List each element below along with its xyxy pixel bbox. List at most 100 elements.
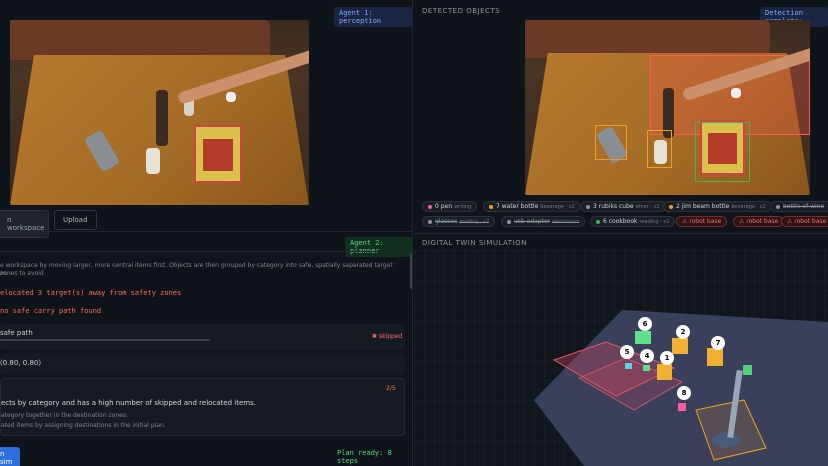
summary-card: 2/5 ects by category and has a high numb… bbox=[0, 378, 405, 436]
skipped-badge: ✖ skipped bbox=[372, 333, 403, 340]
plan-step-card[interactable]: (0.80, 0.80) bbox=[0, 353, 405, 375]
cookbook-color-dot bbox=[596, 219, 600, 224]
agent2-tag: Agent 2: planner bbox=[345, 237, 412, 257]
marker-8[interactable]: 8 bbox=[677, 386, 691, 400]
object-chip-jim-beam-bottle[interactable]: 2 jim beam bottle beverage · x2 bbox=[663, 201, 772, 212]
chip-category: writing bbox=[454, 204, 472, 210]
summary-title: ects by category and has a high number o… bbox=[1, 399, 256, 407]
divider bbox=[0, 251, 412, 252]
object-block-2 bbox=[672, 338, 688, 354]
divider bbox=[0, 231, 412, 232]
object-block-6 bbox=[635, 331, 651, 344]
digital-twin-title: DIGITAL TWIN SIMULATION bbox=[422, 239, 527, 247]
chip-number: 0 bbox=[435, 203, 439, 210]
water-bottle-color-dot bbox=[489, 204, 493, 209]
chip-label: rubiks cube bbox=[598, 203, 634, 210]
cup-object bbox=[146, 148, 160, 174]
chip-category: other · x2 bbox=[635, 204, 660, 210]
chip-category: reading · x2 bbox=[639, 219, 670, 225]
object-chip-robot-base[interactable]: ⚠ robot base bbox=[676, 216, 728, 227]
chip-category: beverage · x2 bbox=[731, 204, 766, 210]
usb-adapter-object bbox=[731, 88, 741, 98]
cup-detection-box bbox=[647, 130, 672, 168]
step-coordinates: (0.80, 0.80) bbox=[0, 359, 42, 367]
chip-label: bottle of wine bbox=[783, 203, 825, 210]
marker-2[interactable]: 2 bbox=[676, 325, 690, 339]
plan-ready-status: Plan ready: 8 steps bbox=[337, 449, 392, 465]
summary-count: 2/5 bbox=[386, 385, 396, 392]
upload-button[interactable]: Upload bbox=[54, 210, 97, 230]
object-block-5 bbox=[625, 363, 632, 369]
digital-twin-viewport[interactable]: 6 2 7 5 4 1 8 bbox=[414, 250, 828, 466]
plan-intro: e workspace by moving larger, more centr… bbox=[0, 262, 393, 277]
chip-number: 3 bbox=[593, 203, 597, 210]
marker-6[interactable]: 6 bbox=[638, 317, 652, 331]
chip-label: robot base bbox=[746, 218, 779, 225]
step-strike-line bbox=[0, 339, 210, 341]
chip-category: electronics bbox=[552, 219, 580, 225]
simulation-scene bbox=[414, 250, 828, 466]
chip-category: reading · x2 bbox=[459, 219, 490, 225]
marker-1[interactable]: 1 bbox=[660, 351, 674, 365]
cookbook-object bbox=[194, 125, 242, 183]
chip-label: robot base bbox=[689, 218, 722, 225]
detection-photo bbox=[525, 20, 810, 195]
sofa bbox=[10, 20, 270, 60]
chip-category: beverage · x2 bbox=[540, 204, 575, 210]
object-chip-robot-base[interactable]: ⚠ robot base bbox=[733, 216, 785, 227]
pen-color-dot bbox=[428, 204, 432, 209]
chip-label: water bottle bbox=[501, 203, 539, 210]
object-block-7 bbox=[707, 348, 723, 366]
right-panel: DETECTED OBJECTS Detection complete: 0 p… bbox=[414, 0, 828, 466]
object-chip-usb-adapter[interactable]: usb adapter electronics bbox=[501, 216, 586, 227]
usb-adapter-object bbox=[226, 92, 236, 102]
skipped-label: skipped bbox=[378, 333, 403, 340]
left-panel: Agent 1: perception n workspace Upload A… bbox=[0, 0, 413, 466]
bottle-object bbox=[156, 90, 168, 146]
path-warning: no safe carry path found bbox=[0, 307, 102, 315]
object-chip-water-bottle[interactable]: 7 water bottle beverage · x2 bbox=[483, 201, 581, 212]
chip-label: cookbook bbox=[608, 218, 638, 225]
chip-label: pen bbox=[440, 203, 453, 210]
object-chip-rubiks-cube[interactable]: 3 rubiks cube other · x2 bbox=[580, 201, 666, 212]
plan-intro-2: es. bbox=[0, 270, 9, 277]
robot-gripper bbox=[743, 365, 752, 375]
object-chip-glasses[interactable]: glasses reading · x2 bbox=[422, 216, 496, 227]
chip-number: 6 bbox=[603, 218, 607, 225]
relocation-warning: elocated 3 target(s) away from safety zo… bbox=[0, 289, 182, 297]
chip-label: robot base bbox=[794, 218, 827, 225]
summary-line-1: ategory together in the destination zone… bbox=[1, 412, 128, 419]
divider bbox=[414, 233, 828, 234]
step-title: safe path bbox=[0, 329, 33, 337]
chip-label: jim beam bottle bbox=[681, 203, 730, 210]
marker-5[interactable]: 5 bbox=[620, 345, 634, 359]
chip-label: usb adapter bbox=[514, 218, 551, 225]
sofa bbox=[525, 20, 770, 58]
scrollbar[interactable] bbox=[410, 253, 412, 289]
wine-color-dot bbox=[776, 204, 780, 209]
object-block-4 bbox=[643, 365, 650, 371]
plan-step-card[interactable]: safe path ✖ skipped bbox=[0, 324, 405, 350]
cookbook-detection-box bbox=[695, 122, 750, 182]
run-sim-button[interactable]: n sim bbox=[0, 447, 20, 466]
object-chip-robot-base[interactable]: ⚠ robot base bbox=[781, 216, 828, 227]
chip-label: glasses bbox=[435, 218, 458, 225]
agent1-tag: Agent 1: perception bbox=[334, 7, 412, 27]
object-block-8 bbox=[678, 403, 686, 411]
detected-objects-title: DETECTED OBJECTS bbox=[422, 7, 501, 15]
usb-adapter-color-dot bbox=[507, 219, 511, 224]
marker-7[interactable]: 7 bbox=[711, 336, 725, 350]
robot-base bbox=[712, 432, 740, 448]
chip-number: 2 bbox=[676, 203, 680, 210]
object-block-1 bbox=[657, 364, 672, 380]
marker-4[interactable]: 4 bbox=[640, 349, 654, 363]
chip-number: 7 bbox=[496, 203, 500, 210]
scan-workspace-button[interactable]: n workspace bbox=[0, 210, 49, 238]
object-chip-cookbook[interactable]: 6 cookbook reading · x2 bbox=[590, 216, 676, 227]
summary-line-2: ated items by assigning destinations in … bbox=[1, 422, 166, 429]
jim-beam-color-dot bbox=[669, 204, 673, 209]
object-chip-pen[interactable]: 0 pen writing bbox=[422, 201, 478, 212]
rubiks-cube-color-dot bbox=[586, 204, 590, 209]
object-chip-bottle-of-wine[interactable]: bottle of wine bbox=[770, 201, 828, 212]
glass-detection-box bbox=[595, 125, 627, 160]
